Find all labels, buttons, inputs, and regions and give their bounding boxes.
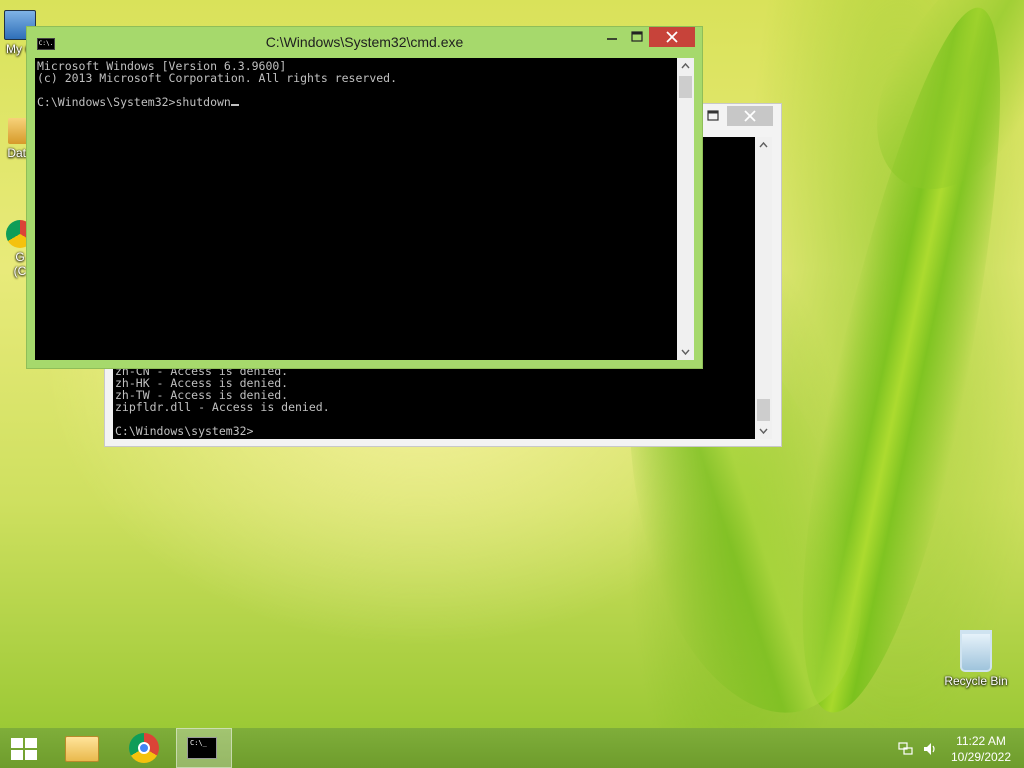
maximize-button[interactable] [625,27,649,47]
maximize-icon [707,110,719,121]
minimize-button[interactable] [600,27,624,47]
folder-icon [65,736,99,762]
taskbar-command-prompt[interactable]: C:\_ [176,728,232,768]
taskbar-chrome[interactable] [122,728,168,768]
scroll-down-icon[interactable] [677,343,694,360]
vertical-scrollbar[interactable] [755,137,772,439]
recycle-bin-icon [960,630,992,672]
taskbar-file-explorer[interactable] [58,728,104,768]
close-icon [744,110,756,122]
console-window-active[interactable]: C:\. C:\Windows\System32\cmd.exe Microso… [26,26,703,369]
windows-logo-icon [11,738,37,760]
scroll-down-icon[interactable] [755,422,772,439]
clock-time: 11:22 AM [956,734,1006,748]
scroll-up-icon[interactable] [755,137,772,154]
console-text: zh-CN - Access is denied. zh-HK - Access… [115,364,330,438]
console-output[interactable]: Microsoft Windows [Version 6.3.9600] (c)… [35,58,677,360]
scroll-up-icon[interactable] [677,58,694,75]
system-clock[interactable]: 11:22 AM 10/29/2022 [946,733,1016,765]
scroll-thumb[interactable] [757,399,770,421]
title-bar[interactable]: C:\. C:\Windows\System32\cmd.exe [27,27,702,57]
maximize-button[interactable] [703,107,723,125]
minimize-icon [607,38,617,40]
clock-date: 10/29/2022 [950,750,1012,764]
close-icon [666,31,678,43]
volume-icon[interactable] [922,741,938,757]
cmd-icon: C:\_ [187,737,217,759]
network-icon[interactable] [898,742,914,756]
console-text: Microsoft Windows [Version 6.3.9600] (c)… [37,59,398,109]
scroll-thumb[interactable] [679,76,692,98]
close-button[interactable] [649,27,695,47]
desktop-icon-recycle-bin[interactable]: Recycle Bin [936,630,1016,688]
start-button[interactable] [0,728,48,768]
text-cursor [230,104,239,106]
wallpaper-leaf [844,0,1024,218]
maximize-icon [631,31,643,42]
close-button[interactable] [727,106,773,126]
vertical-scrollbar[interactable] [677,58,694,360]
desktop-icon-label: Recycle Bin [944,674,1008,688]
desktop-icon-label: G (C [13,250,27,278]
taskbar: C:\_ [0,728,1024,768]
chrome-icon [129,733,159,763]
